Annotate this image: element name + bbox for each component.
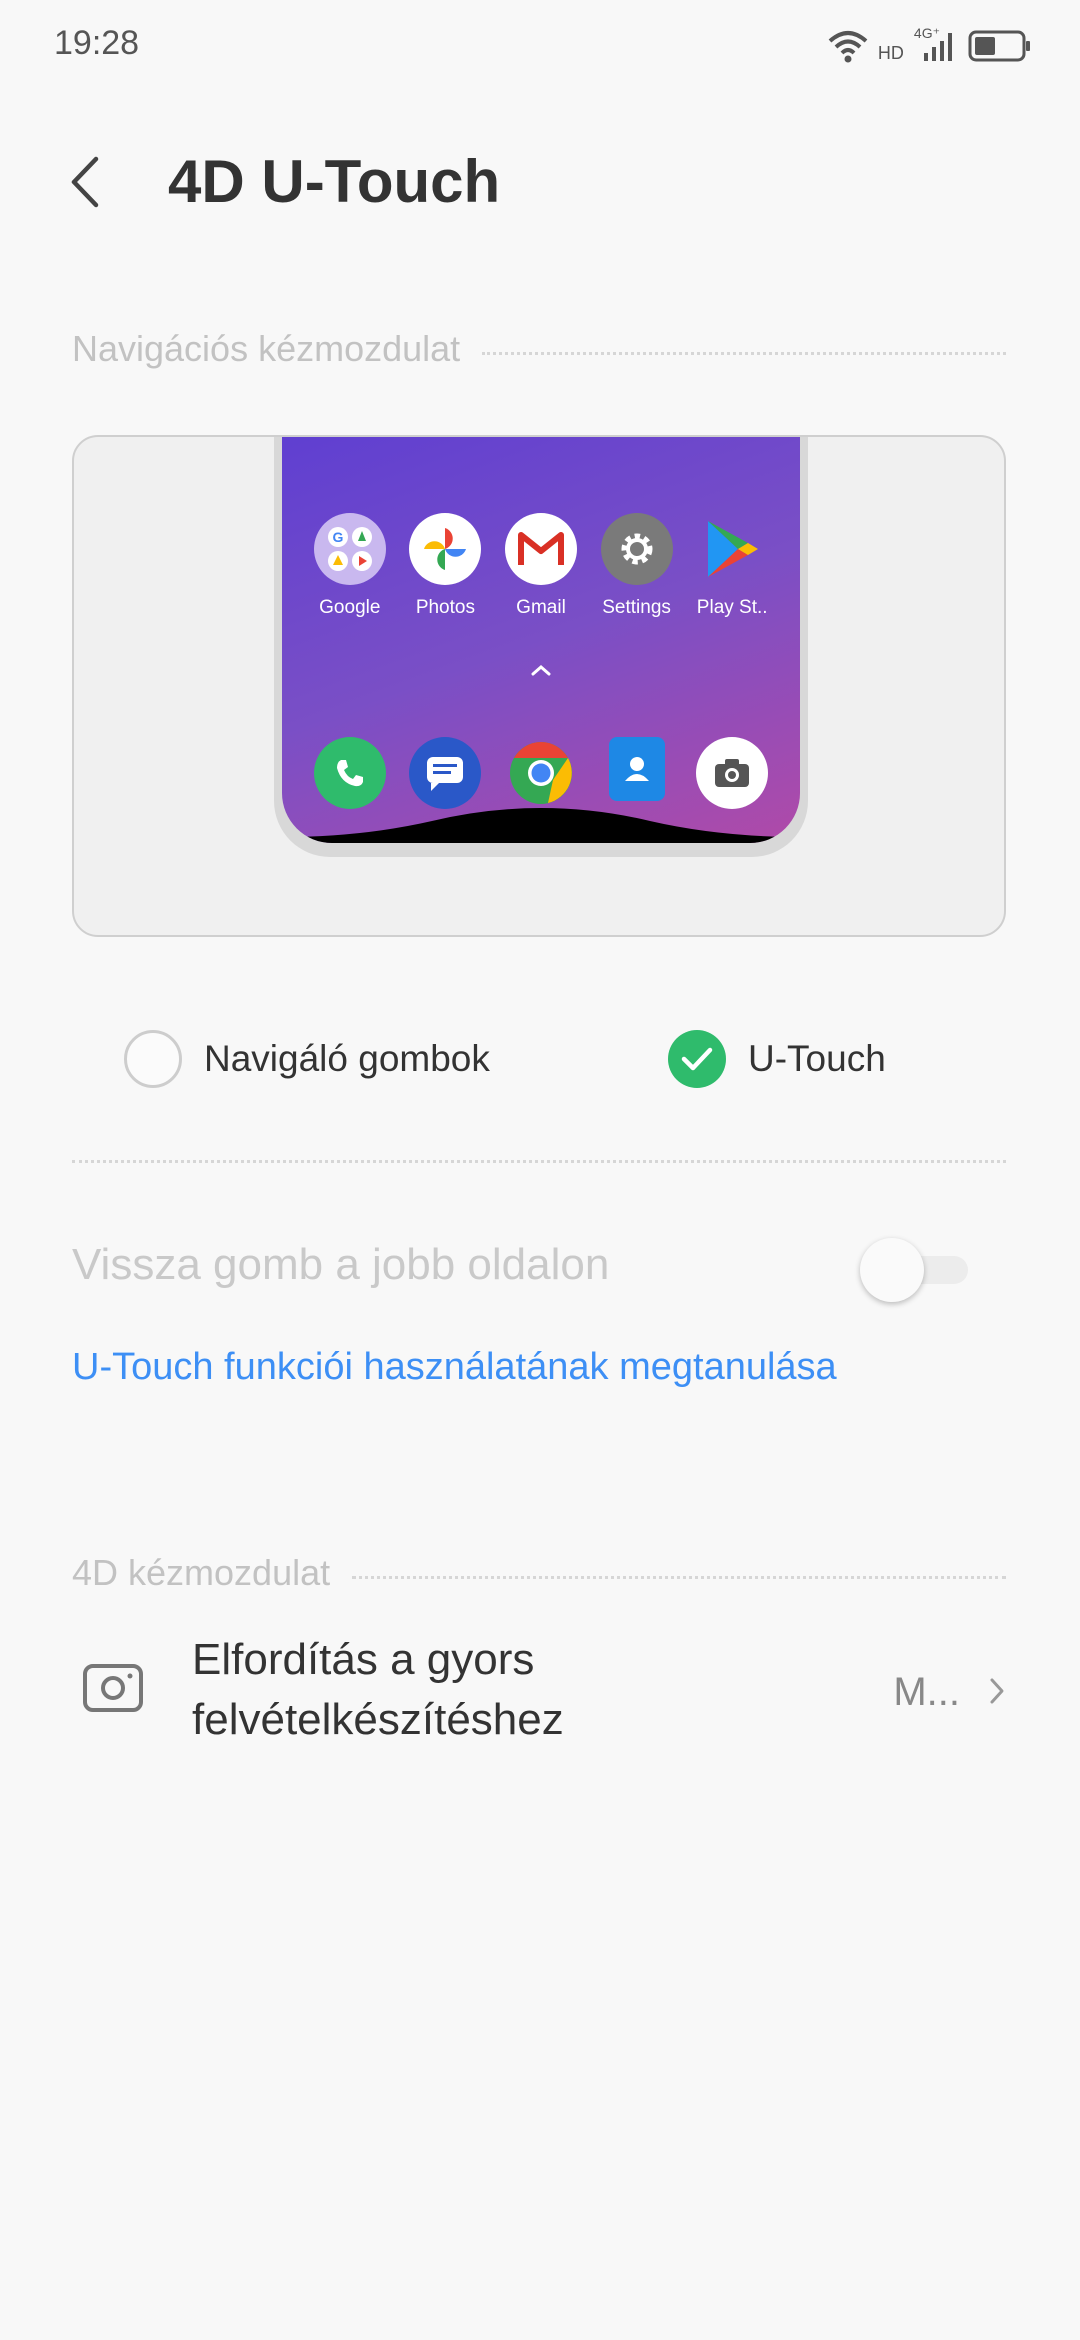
signal-icon <box>924 33 952 61</box>
section-header-4d: 4D kézmozdulat <box>72 1552 1006 1594</box>
learn-u-touch-link[interactable]: U-Touch funkciói használatának megtanulá… <box>72 1346 837 1389</box>
wifi-icon <box>828 31 868 63</box>
page-title: 4D U-Touch <box>168 148 501 215</box>
phone-screen: G Google Photos Gmail Settings Play St.. <box>282 437 800 843</box>
chevron-right-icon <box>990 1678 1004 1704</box>
section-header-label: Navigációs kézmozdulat <box>72 328 461 369</box>
section-header-label: 4D kézmozdulat <box>72 1552 331 1593</box>
battery-icon <box>968 30 1030 62</box>
photos-icon <box>409 513 482 585</box>
gesture-preview: G Google Photos Gmail Settings Play St.. <box>72 435 1006 937</box>
gesture-item-title: Elfordítás a gyors felvételkészítéshez <box>192 1635 564 1744</box>
app-google: G Google <box>302 513 398 619</box>
option-label: U-Touch <box>748 1038 886 1079</box>
back-button[interactable] <box>54 145 118 219</box>
option-label: Navigáló gombok <box>204 1038 490 1079</box>
back-arrow-icon <box>71 156 99 208</box>
toggle-thumb <box>860 1238 924 1302</box>
radio-unchecked-icon <box>124 1030 182 1088</box>
gesture-item-value: M... <box>893 1670 960 1714</box>
google-folder-icon: G <box>313 513 386 585</box>
phone-mockup: G Google Photos Gmail Settings Play St.. <box>274 437 808 857</box>
app-label: Photos <box>415 597 475 618</box>
status-icons: HD 4G⁺ <box>828 22 1032 70</box>
status-time: 19:28 <box>54 24 140 62</box>
app-label: Play St.. <box>696 597 768 618</box>
check-circle-icon <box>668 1030 726 1088</box>
section-header-navigation: Navigációs kézmozdulat <box>72 328 1006 370</box>
svg-text:G: G <box>332 529 343 545</box>
app-drawer-chevron-icon <box>531 665 551 676</box>
app-photos: Photos <box>398 513 494 619</box>
option-u-touch[interactable]: U-Touch <box>668 1030 886 1088</box>
back-button-right-toggle[interactable] <box>860 1238 972 1302</box>
section-divider <box>352 1575 1006 1579</box>
divider <box>72 1160 1006 1163</box>
rotate-quick-capture-item[interactable]: Elfordítás a gyors felvételkészítéshez M… <box>72 1630 1006 1760</box>
u-touch-bar <box>282 808 800 843</box>
gmail-icon <box>504 513 577 585</box>
settings-icon <box>600 513 673 585</box>
section-divider <box>482 351 1006 355</box>
play-store-icon <box>696 513 768 585</box>
app-label: Settings <box>602 597 671 618</box>
app-label: Gmail <box>516 597 566 618</box>
option-navigation-buttons[interactable]: Navigáló gombok <box>124 1030 490 1088</box>
app-label: Google <box>319 597 381 618</box>
back-button-right-label: Vissza gomb a jobb oldalon <box>72 1240 610 1289</box>
network-badge: HD <box>877 42 904 63</box>
app-settings: Settings <box>589 513 685 619</box>
app-gmail: Gmail <box>493 513 589 619</box>
app-play-store: Play St.. <box>684 513 780 619</box>
contacts-icon <box>608 737 665 801</box>
camera-outline-icon <box>83 1664 143 1712</box>
